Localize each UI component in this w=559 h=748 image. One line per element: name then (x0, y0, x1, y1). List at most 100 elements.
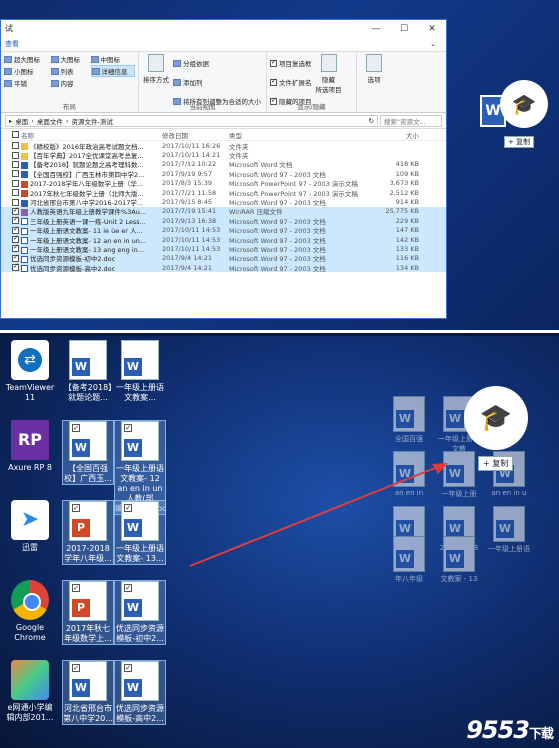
refresh-icon[interactable]: ↻ (369, 117, 374, 125)
doc-file-icon (21, 265, 28, 273)
file-size: 3,673 KB (389, 179, 419, 188)
breadcrumb-desktop[interactable]: 桌面 (15, 116, 28, 126)
desktop: ⇄TeamViewer 11【备考2018】就题论题...一年级上册语文教案..… (0, 336, 559, 748)
file-date: 2017/9/4 14:21 (162, 263, 212, 272)
folder-icon: ▸ (9, 116, 13, 125)
file-date: 2017/10/11 14:21 (162, 151, 221, 160)
file-list: 名称 修改日期 类型 大小 《精校版》2016年政治高考试题文档... 2017/… (1, 129, 446, 273)
checkbox (270, 77, 277, 86)
layout-details[interactable]: 详细信息 (90, 65, 135, 77)
file-size: 134 KB (395, 263, 419, 272)
file-size: 914 KB (395, 198, 419, 207)
file-row[interactable]: 优选同步资源模板-初中2.doc2017/9/4 14:21Microsoft … (1, 253, 446, 263)
group-by-button[interactable]: 分组依据 (173, 54, 261, 72)
file-size: 116 KB (395, 254, 419, 263)
close-button[interactable]: ✕ (418, 24, 446, 34)
file-row[interactable]: 一年级上册语文教案- 13 ang eng in...2017/10/11 14… (1, 243, 446, 254)
file-row[interactable]: 《精校版》2016年政治高考试题文档... 2017/10/11 16:26 文件夹 (1, 141, 446, 151)
row-checkbox[interactable] (12, 234, 19, 244)
row-checkbox[interactable] (12, 206, 19, 215)
file-row[interactable]: 优选同步资源模板-高中2.doc 2017/9/4 14:21 Microsoft … (1, 262, 446, 273)
watermark-sub: 下载 (528, 727, 554, 742)
current-view-group: 排序方式 分组依据 添加列 将所有列调整为合适的大小 当前视图 (139, 52, 267, 112)
layout-extra-large-icons[interactable]: 超大图标 (4, 54, 47, 64)
layout-large-icons[interactable]: 大图标 (50, 54, 87, 64)
row-checkbox[interactable] (12, 243, 19, 253)
layout-icon (90, 55, 99, 63)
select-all-checkbox[interactable] (12, 131, 19, 138)
row-checkbox[interactable] (12, 151, 19, 159)
minimize-button[interactable]: — (362, 24, 390, 34)
column-date[interactable]: 修改日期 (162, 130, 229, 140)
file-date: 2017/10/11 16:26 (162, 141, 221, 150)
layout-icon (50, 79, 59, 87)
layout-content[interactable]: 内容 (50, 78, 87, 88)
file-date: 2017/7/19 15:41 (162, 207, 217, 216)
file-size: 142 KB (395, 235, 419, 244)
layout-small-icons[interactable]: 小图标 (4, 65, 47, 77)
options-icon (366, 54, 382, 72)
file-row[interactable]: 【备考2018】就题论题之高考理科数... 2017/7/12 10:22 Micr… (1, 160, 446, 169)
item-checkboxes-toggle[interactable]: 项目复选框 (270, 54, 312, 72)
breadcrumb-desktop-files[interactable]: 桌面文件 (37, 116, 63, 126)
layout-medium-icons[interactable]: 中图标 (90, 54, 136, 64)
chevron-down-icon[interactable]: ⌄ (430, 40, 436, 48)
file-date: 2017/8/3 15:39 (162, 179, 212, 188)
copy-badge: + 复制 (504, 136, 535, 148)
row-checkbox[interactable] (12, 198, 19, 206)
row-checkbox[interactable] (12, 189, 19, 197)
row-checkbox[interactable] (12, 179, 19, 187)
file-date: 2017/7/12 10:22 (162, 160, 217, 169)
file-row[interactable]: 一年级上册语文教案- 11 ie üe er 人...2017/10/11 14… (1, 225, 446, 235)
copy-badge: + 复制 (478, 456, 514, 471)
column-name[interactable]: 名称 (21, 130, 162, 140)
drag-preview: W 🎓 + 复制 (470, 80, 550, 150)
file-row[interactable]: 2017年秋七年级数学上册（北师大版... 2017/7/21 11:58 Micr… (1, 188, 446, 198)
row-checkbox[interactable] (12, 142, 19, 150)
file-row[interactable]: 【全国百强校】广西玉林市第四中学2... 2017/9/19 9:57 Micros… (1, 169, 446, 179)
layout-list[interactable]: 列表 (50, 65, 87, 77)
file-name: 优选同步资源模板-高中2.doc (30, 264, 116, 273)
group-icon (173, 59, 181, 67)
mascot-graduate-icon: 🎓 (464, 386, 528, 450)
options-button[interactable]: 选项 (360, 54, 388, 84)
row-checkbox[interactable] (12, 215, 19, 225)
column-type[interactable]: 类型 (229, 130, 359, 140)
file-date: 2017/9/4 14:21 (162, 254, 212, 263)
file-date: 2017/9/15 8:45 (162, 198, 212, 207)
layout-icon (4, 79, 12, 87)
title-bar: 试 — ☐ ✕ (1, 20, 446, 37)
file-row[interactable]: 河北省邢台市第八中学2016-2017学... 2017/9/15 8:45 Mic… (1, 197, 446, 207)
file-size: 418 KB (395, 160, 419, 169)
file-row[interactable]: 人教版英语九年级上册教学课件%3Au...2017/7/19 15:41WinR… (1, 206, 446, 216)
row-checkbox[interactable] (12, 262, 19, 272)
layout-icon (50, 55, 59, 63)
file-row[interactable]: 【百年学典】2017全优课堂高考总复... 2017/10/11 14:21 文件夹 (1, 150, 446, 160)
file-date: 2017/10/11 14:53 (162, 244, 221, 253)
file-extensions-toggle[interactable]: 文件扩展名 (270, 73, 312, 91)
current-view-label: 当前视图 (189, 103, 216, 111)
tab-view[interactable]: 查看 (5, 39, 19, 49)
file-date: 2017/10/11 14:53 (162, 226, 221, 235)
layout-icon (4, 55, 12, 63)
add-columns-button[interactable]: 添加列 (173, 73, 261, 91)
row-checkbox[interactable] (12, 160, 19, 168)
file-size: 133 KB (395, 244, 419, 253)
breadcrumb-resource-test[interactable]: 资源文件-测试 (71, 116, 112, 126)
row-checkbox[interactable] (12, 225, 19, 234)
file-date: 2017/9/13 16:38 (162, 216, 217, 225)
search-input[interactable]: 搜索"资源文... (380, 114, 442, 127)
file-row[interactable]: 三年级上册英语一课一练-Unit 2 Less...2017/9/13 16:3… (1, 215, 446, 226)
hide-icon (320, 54, 337, 72)
file-row[interactable]: 2017-2018学年八年级数学上册（华... 2017/8/3 15:39 Mic… (1, 179, 446, 188)
address-bar[interactable]: ▸ 桌面 › 桌面文件 › 资源文件-测试 ↻ (5, 114, 378, 127)
file-size: 147 KB (395, 226, 419, 235)
maximize-button[interactable]: ☐ (390, 24, 418, 34)
column-size[interactable]: 大小 (359, 130, 425, 140)
row-checkbox[interactable] (12, 253, 19, 262)
layout-icon (91, 67, 100, 75)
file-date: 2017/7/21 11:58 (162, 188, 217, 197)
layout-tiles[interactable]: 平铺 (4, 78, 47, 88)
row-checkbox[interactable] (12, 170, 19, 178)
file-row[interactable]: 一年级上册语文教案- 12 an en in un...2017/10/11 1… (1, 234, 446, 245)
